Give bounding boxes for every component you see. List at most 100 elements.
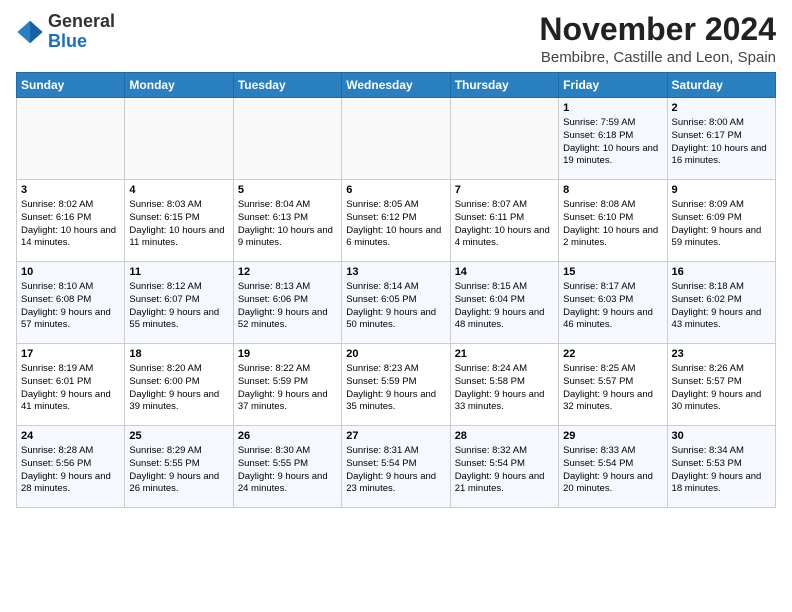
day-info: Sunrise: 8:09 AM — [672, 199, 771, 212]
day-number: 7 — [455, 183, 554, 198]
day-info: Daylight: 9 hours and 59 minutes. — [672, 225, 771, 251]
calendar-cell: 4Sunrise: 8:03 AMSunset: 6:15 PMDaylight… — [125, 180, 233, 262]
day-info: Daylight: 9 hours and 24 minutes. — [238, 471, 337, 497]
day-info: Daylight: 9 hours and 28 minutes. — [21, 471, 120, 497]
day-number: 4 — [129, 183, 228, 198]
calendar-cell: 20Sunrise: 8:23 AMSunset: 5:59 PMDayligh… — [342, 344, 450, 426]
day-info: Sunset: 6:10 PM — [563, 212, 662, 225]
day-info: Sunset: 6:18 PM — [563, 130, 662, 143]
calendar-cell: 8Sunrise: 8:08 AMSunset: 6:10 PMDaylight… — [559, 180, 667, 262]
day-number: 27 — [346, 429, 445, 444]
day-info: Sunset: 5:59 PM — [238, 376, 337, 389]
day-info: Sunrise: 8:13 AM — [238, 281, 337, 294]
calendar-cell: 6Sunrise: 8:05 AMSunset: 6:12 PMDaylight… — [342, 180, 450, 262]
day-number: 22 — [563, 347, 662, 362]
day-info: Sunrise: 8:03 AM — [129, 199, 228, 212]
day-number: 30 — [672, 429, 771, 444]
day-info: Sunrise: 8:17 AM — [563, 281, 662, 294]
calendar-cell: 14Sunrise: 8:15 AMSunset: 6:04 PMDayligh… — [450, 262, 558, 344]
calendar-day-header: Thursday — [450, 73, 558, 98]
day-info: Sunset: 5:54 PM — [563, 458, 662, 471]
day-info: Sunrise: 8:19 AM — [21, 363, 120, 376]
day-number: 24 — [21, 429, 120, 444]
calendar-day-header: Monday — [125, 73, 233, 98]
location-title: Bembibre, Castille and Leon, Spain — [539, 49, 776, 66]
calendar-cell: 28Sunrise: 8:32 AMSunset: 5:54 PMDayligh… — [450, 426, 558, 508]
calendar-cell — [17, 98, 125, 180]
day-number: 29 — [563, 429, 662, 444]
day-info: Sunset: 6:03 PM — [563, 294, 662, 307]
day-number: 3 — [21, 183, 120, 198]
day-info: Sunrise: 8:30 AM — [238, 445, 337, 458]
day-number: 9 — [672, 183, 771, 198]
calendar-day-header: Friday — [559, 73, 667, 98]
day-info: Sunrise: 8:18 AM — [672, 281, 771, 294]
header: General Blue November 2024 Bembibre, Cas… — [16, 12, 776, 66]
logo: General Blue — [16, 12, 115, 52]
day-info: Daylight: 9 hours and 43 minutes. — [672, 307, 771, 333]
day-number: 14 — [455, 265, 554, 280]
day-info: Sunset: 6:17 PM — [672, 130, 771, 143]
day-info: Sunset: 6:08 PM — [21, 294, 120, 307]
day-info: Sunset: 5:53 PM — [672, 458, 771, 471]
day-info: Daylight: 9 hours and 30 minutes. — [672, 389, 771, 415]
calendar-cell: 19Sunrise: 8:22 AMSunset: 5:59 PMDayligh… — [233, 344, 341, 426]
day-number: 26 — [238, 429, 337, 444]
day-info: Daylight: 9 hours and 50 minutes. — [346, 307, 445, 333]
day-info: Sunset: 6:11 PM — [455, 212, 554, 225]
day-number: 13 — [346, 265, 445, 280]
day-info: Sunset: 5:57 PM — [563, 376, 662, 389]
calendar-cell: 30Sunrise: 8:34 AMSunset: 5:53 PMDayligh… — [667, 426, 775, 508]
day-number: 23 — [672, 347, 771, 362]
day-info: Sunrise: 8:23 AM — [346, 363, 445, 376]
day-info: Sunrise: 8:02 AM — [21, 199, 120, 212]
day-info: Sunset: 5:55 PM — [238, 458, 337, 471]
day-info: Daylight: 9 hours and 39 minutes. — [129, 389, 228, 415]
day-number: 17 — [21, 347, 120, 362]
day-number: 11 — [129, 265, 228, 280]
calendar-cell: 17Sunrise: 8:19 AMSunset: 6:01 PMDayligh… — [17, 344, 125, 426]
month-title: November 2024 — [539, 12, 776, 47]
calendar-cell: 7Sunrise: 8:07 AMSunset: 6:11 PMDaylight… — [450, 180, 558, 262]
logo-text: General Blue — [48, 12, 115, 52]
day-number: 19 — [238, 347, 337, 362]
calendar-cell: 15Sunrise: 8:17 AMSunset: 6:03 PMDayligh… — [559, 262, 667, 344]
day-info: Daylight: 9 hours and 55 minutes. — [129, 307, 228, 333]
day-info: Sunrise: 8:15 AM — [455, 281, 554, 294]
day-info: Sunset: 6:15 PM — [129, 212, 228, 225]
day-info: Daylight: 10 hours and 14 minutes. — [21, 225, 120, 251]
day-info: Daylight: 9 hours and 21 minutes. — [455, 471, 554, 497]
day-number: 10 — [21, 265, 120, 280]
day-info: Daylight: 9 hours and 35 minutes. — [346, 389, 445, 415]
day-info: Sunset: 5:54 PM — [455, 458, 554, 471]
day-info: Sunset: 5:59 PM — [346, 376, 445, 389]
logo-icon — [16, 18, 44, 46]
calendar-cell: 27Sunrise: 8:31 AMSunset: 5:54 PMDayligh… — [342, 426, 450, 508]
day-info: Daylight: 9 hours and 48 minutes. — [455, 307, 554, 333]
day-info: Sunrise: 8:20 AM — [129, 363, 228, 376]
calendar-week-row: 17Sunrise: 8:19 AMSunset: 6:01 PMDayligh… — [17, 344, 776, 426]
day-info: Daylight: 10 hours and 9 minutes. — [238, 225, 337, 251]
day-info: Sunset: 6:06 PM — [238, 294, 337, 307]
day-info: Sunrise: 8:25 AM — [563, 363, 662, 376]
day-info: Daylight: 10 hours and 2 minutes. — [563, 225, 662, 251]
day-info: Daylight: 9 hours and 20 minutes. — [563, 471, 662, 497]
day-info: Daylight: 9 hours and 41 minutes. — [21, 389, 120, 415]
calendar-cell: 13Sunrise: 8:14 AMSunset: 6:05 PMDayligh… — [342, 262, 450, 344]
day-info: Sunrise: 8:31 AM — [346, 445, 445, 458]
calendar-cell: 26Sunrise: 8:30 AMSunset: 5:55 PMDayligh… — [233, 426, 341, 508]
day-number: 21 — [455, 347, 554, 362]
day-info: Sunrise: 8:14 AM — [346, 281, 445, 294]
logo-general: General — [48, 11, 115, 31]
calendar-cell: 16Sunrise: 8:18 AMSunset: 6:02 PMDayligh… — [667, 262, 775, 344]
day-number: 16 — [672, 265, 771, 280]
calendar-week-row: 24Sunrise: 8:28 AMSunset: 5:56 PMDayligh… — [17, 426, 776, 508]
day-info: Daylight: 9 hours and 26 minutes. — [129, 471, 228, 497]
calendar-cell — [233, 98, 341, 180]
day-info: Sunrise: 7:59 AM — [563, 117, 662, 130]
day-info: Sunrise: 8:28 AM — [21, 445, 120, 458]
calendar-cell: 2Sunrise: 8:00 AMSunset: 6:17 PMDaylight… — [667, 98, 775, 180]
day-info: Sunset: 5:56 PM — [21, 458, 120, 471]
calendar-day-header: Saturday — [667, 73, 775, 98]
calendar-cell: 1Sunrise: 7:59 AMSunset: 6:18 PMDaylight… — [559, 98, 667, 180]
